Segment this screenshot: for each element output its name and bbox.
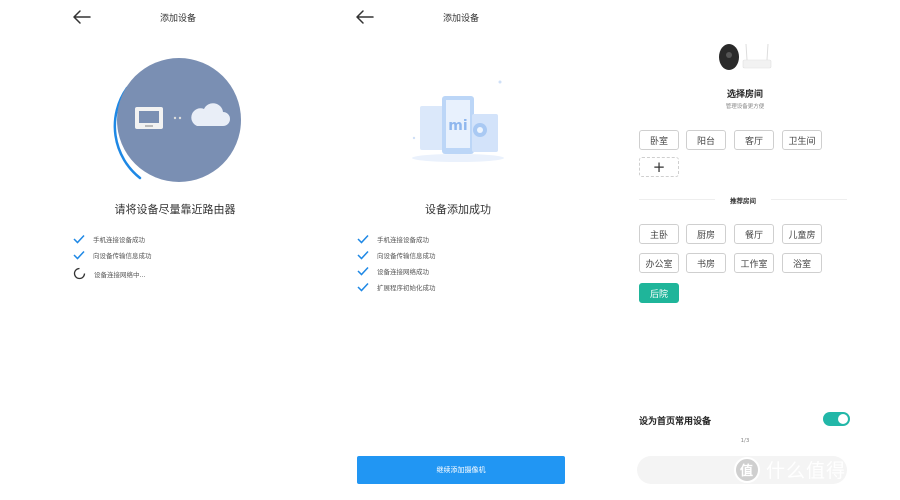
step-row: 向设备传输信息成功 [357,250,436,260]
status-heading: 请将设备尽量靠近路由器 [114,203,236,216]
toggle-knob [838,414,848,424]
recommended-room-option[interactable]: 办公室 [639,253,679,273]
step-row: 手机连接设备成功 [73,234,145,244]
step-row: 设备连接网络中... [73,267,146,280]
back-arrow-icon[interactable] [353,8,375,26]
step-label: 向设备传输信息成功 [93,252,152,260]
step-label: 手机连接设备成功 [377,236,429,244]
check-icon [357,250,369,260]
recommended-room-option[interactable]: 工作室 [734,253,774,273]
step-row: 扩展程序初始化成功 [357,282,436,292]
check-icon [73,234,85,244]
recommended-rooms-heading: 推荐房间 [715,195,771,205]
back-arrow-icon[interactable] [70,8,92,26]
screen-connecting: 添加设备 请将设备尽量靠近路由器 手机连接设备成功 向设备传输信息成功 设备连接… [0,0,300,500]
check-icon [357,266,369,276]
recommended-room-option[interactable]: 餐厅 [734,224,774,244]
page-title: 添加设备 [159,14,196,24]
step-label: 手机连接设备成功 [93,236,145,244]
loading-spinner-icon [73,267,86,280]
success-illustration: mi [412,80,504,162]
room-option[interactable]: 卫生间 [782,130,822,150]
connecting-illustration [113,58,241,182]
room-option[interactable]: 客厅 [734,130,774,150]
step-label: 向设备传输信息成功 [377,252,436,260]
status-heading: 设备添加成功 [425,203,491,216]
pager-indicator: 1/3 [740,438,750,444]
set-home-device-label: 设为首页常用设备 [639,417,712,427]
step-row: 向设备传输信息成功 [73,250,152,260]
watermark-logo-icon: 值 [734,456,760,483]
step-label: 设备连接网络成功 [377,268,429,276]
choose-room-subheading: 管理设备更方便 [725,104,765,110]
room-option[interactable]: 卧室 [639,130,679,150]
recommended-room-option[interactable]: 浴室 [782,253,822,273]
screen-choose-room: 选择房间 管理设备更方便 卧室 阳台 客厅 卫生间 + 推荐房间 主卧 厨房 餐… [595,0,900,500]
camera-router-image [719,43,772,70]
recommended-room-option[interactable]: 书房 [686,253,726,273]
continue-add-camera-button[interactable]: 继续添加摄像机 [357,456,565,484]
page-title: 添加设备 [442,14,479,24]
step-row: 设备连接网络成功 [357,266,429,276]
recommended-room-option-selected[interactable]: 后院 [639,283,679,303]
recommended-room-option[interactable]: 主卧 [639,224,679,244]
room-option[interactable]: 阳台 [686,130,726,150]
watermark: 值 什么值得买 [734,456,866,483]
screen-success: 添加设备 mi 设备添加成功 手机连接设备成功 向设备传输信息成功 设备连接网络… [300,0,595,500]
recommended-room-option[interactable]: 厨房 [686,224,726,244]
add-room-button[interactable]: + [639,157,679,177]
svg-text:mi: mi [448,118,467,134]
check-icon [357,282,369,292]
check-icon [357,234,369,244]
choose-room-heading: 选择房间 [726,90,763,100]
recommended-room-option[interactable]: 儿童房 [782,224,822,244]
step-row: 手机连接设备成功 [357,234,429,244]
watermark-text: 什么值得买 [766,460,867,482]
check-icon [73,250,85,260]
step-label: 设备连接网络中... [94,270,146,279]
set-home-device-toggle[interactable] [823,412,850,426]
step-label: 扩展程序初始化成功 [377,284,436,292]
